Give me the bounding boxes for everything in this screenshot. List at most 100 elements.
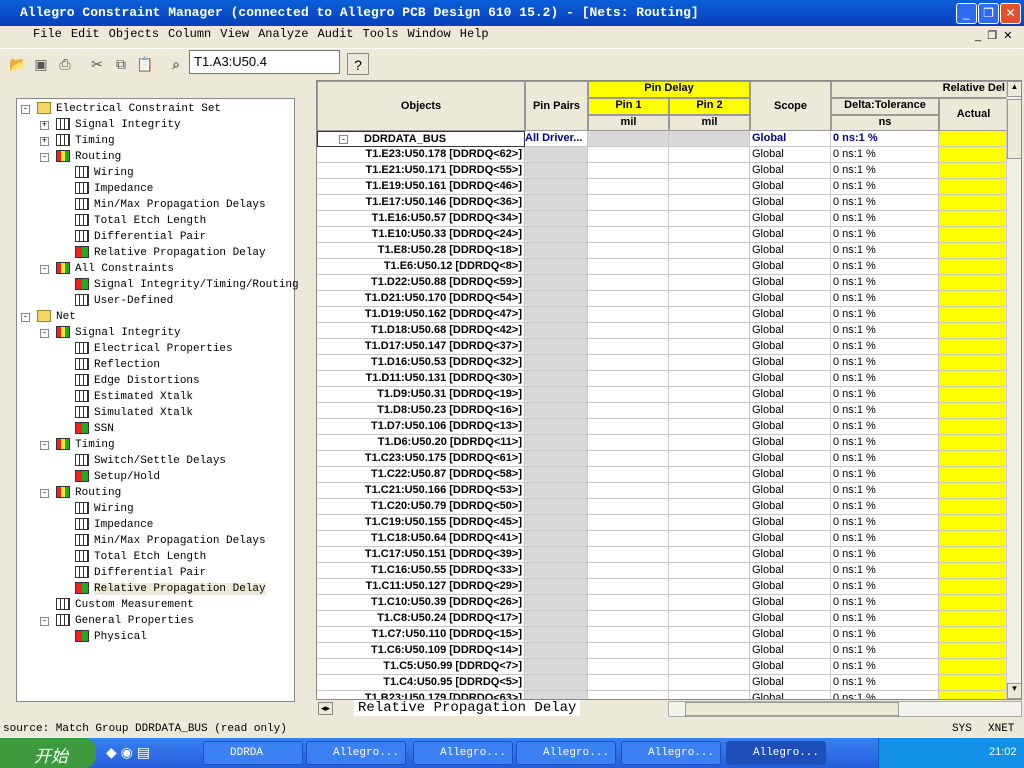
pin1-cell[interactable] (588, 371, 669, 387)
object-cell[interactable]: T1.C4:U50.95 [DDRDQ<5>] (317, 675, 525, 691)
print-icon[interactable]: ⎙ (54, 53, 76, 75)
sheet-tab-relative-propagation-delay[interactable]: Relative Propagation Delay (354, 700, 581, 716)
collapse-icon[interactable]: - (21, 313, 30, 322)
horizontal-scrollbar[interactable] (668, 701, 1022, 717)
object-cell[interactable]: T1.B23:U50.179 [DDRDQ<63>] (317, 691, 525, 699)
menu-analyze[interactable]: Analyze (258, 27, 308, 41)
object-cell[interactable]: T1.D21:U50.170 [DDRDQ<54>] (317, 291, 525, 307)
menu-audit[interactable]: Audit (318, 27, 354, 41)
object-cell[interactable]: T1.C17:U50.151 [DDRDQ<39>] (317, 547, 525, 563)
pin-pairs-cell[interactable] (525, 691, 588, 699)
delta-tolerance-cell[interactable]: 0 ns:1 % (831, 483, 939, 499)
pin1-cell[interactable] (588, 627, 669, 643)
pin2-cell[interactable] (669, 291, 750, 307)
pin2-cell[interactable] (669, 371, 750, 387)
scope-cell[interactable]: Global (750, 323, 831, 339)
tree-item[interactable]: Differential Pair (75, 229, 206, 245)
pin-pairs-cell[interactable] (525, 403, 588, 419)
object-cell[interactable]: T1.D22:U50.88 [DDRDQ<59>] (317, 275, 525, 291)
pin2-cell[interactable] (669, 483, 750, 499)
pin-pairs-cell[interactable] (525, 419, 588, 435)
tree-item[interactable]: Signal Integrity/Timing/Routing (75, 277, 299, 293)
close-button[interactable]: ✕ (1000, 3, 1021, 24)
pin2-cell[interactable] (669, 659, 750, 675)
pin1-cell[interactable] (588, 563, 669, 579)
pin2-cell[interactable] (669, 675, 750, 691)
object-cell[interactable]: T1.D7:U50.106 [DDRDQ<13>] (317, 419, 525, 435)
scope-cell[interactable]: Global (750, 195, 831, 211)
scroll-up-arrow[interactable]: ▲ (1007, 81, 1021, 97)
quick-launch-icons[interactable]: ◆ ◉ ▤ (106, 744, 150, 761)
pin-pairs-cell[interactable] (525, 627, 588, 643)
scope-cell[interactable]: Global (750, 307, 831, 323)
pin2-cell[interactable] (669, 611, 750, 627)
scope-cell[interactable]: Global (750, 611, 831, 627)
object-cell[interactable]: T1.D11:U50.131 [DDRDQ<30>] (317, 371, 525, 387)
pin2-unit-button[interactable]: mil (669, 115, 750, 131)
collapse-icon[interactable]: - (40, 617, 49, 626)
tree-item[interactable]: Relative Propagation Delay (75, 581, 266, 597)
pin-pairs-cell[interactable] (525, 243, 588, 259)
pin2-cell[interactable] (669, 547, 750, 563)
scope-cell[interactable]: Global (750, 243, 831, 259)
scope-cell[interactable]: Global (750, 483, 831, 499)
delta-tolerance-cell[interactable]: 0 ns:1 % (831, 179, 939, 195)
actual-cell[interactable] (939, 435, 1008, 451)
scope-cell[interactable]: Global (750, 451, 831, 467)
menu-tools[interactable]: Tools (363, 27, 399, 41)
taskbar-button[interactable]: DDRDA (203, 741, 303, 765)
delta-tolerance-cell[interactable]: 0 ns:1 % (831, 403, 939, 419)
delta-tolerance-cell[interactable]: 0 ns:1 % (831, 387, 939, 403)
col-actual[interactable]: Actual (939, 98, 1008, 131)
pin2-cell[interactable] (669, 307, 750, 323)
pin2-cell[interactable] (669, 435, 750, 451)
tree-item[interactable]: Reflection (75, 357, 160, 373)
menu-view[interactable]: View (220, 27, 249, 41)
pin1-cell[interactable] (588, 659, 669, 675)
pin2-cell[interactable] (669, 195, 750, 211)
menu-objects[interactable]: Objects (109, 27, 159, 41)
tree-item[interactable]: - General Properties (40, 613, 194, 629)
delta-tolerance-cell[interactable]: 0 ns:1 % (831, 675, 939, 691)
collapse-icon[interactable]: - (40, 329, 49, 338)
delta-tolerance-cell[interactable]: 0 ns:1 % (831, 499, 939, 515)
actual-cell[interactable] (939, 515, 1008, 531)
delta-tolerance-cell[interactable]: 0 ns:1 % (831, 339, 939, 355)
tree-item[interactable]: Custom Measurement (56, 597, 194, 613)
pin2-cell[interactable] (669, 419, 750, 435)
pin-pairs-cell[interactable] (525, 547, 588, 563)
delta-tolerance-cell[interactable]: 0 ns:1 % (831, 643, 939, 659)
actual-cell[interactable] (939, 643, 1008, 659)
pin2-cell[interactable] (669, 163, 750, 179)
pin-pairs-cell[interactable] (525, 275, 588, 291)
pin1-cell[interactable] (588, 579, 669, 595)
pin2-cell[interactable] (669, 275, 750, 291)
tree-item[interactable]: - All Constraints (40, 261, 174, 277)
scope-cell[interactable]: Global (750, 467, 831, 483)
actual-cell[interactable] (939, 243, 1008, 259)
pin-pairs-cell[interactable] (525, 675, 588, 691)
delta-tolerance-cell[interactable]: 0 ns:1 % (831, 195, 939, 211)
col-delta-tolerance[interactable]: Delta:Tolerance (831, 98, 939, 115)
pin1-cell[interactable] (588, 179, 669, 195)
pin2-cell[interactable] (669, 243, 750, 259)
menu-window[interactable]: Window (408, 27, 451, 41)
col-pin-delay[interactable]: Pin Delay (588, 81, 750, 98)
object-cell[interactable]: T1.C21:U50.166 [DDRDQ<53>] (317, 483, 525, 499)
pin-pairs-cell[interactable] (525, 611, 588, 627)
pin1-cell[interactable] (588, 227, 669, 243)
delta-tolerance-cell[interactable]: 0 ns:1 % (831, 595, 939, 611)
scope-cell[interactable]: Global (750, 227, 831, 243)
pin1-cell[interactable] (588, 355, 669, 371)
col-scope[interactable]: Scope (750, 81, 831, 131)
pin-pairs-cell[interactable] (525, 659, 588, 675)
scope-cell[interactable]: Global (750, 291, 831, 307)
object-cell[interactable]: T1.D8:U50.23 [DDRDQ<16>] (317, 403, 525, 419)
actual-cell[interactable] (939, 403, 1008, 419)
copy-icon[interactable]: ⧉ (110, 53, 132, 75)
menu-help[interactable]: Help (460, 27, 489, 41)
save-icon[interactable]: ▣ (30, 53, 52, 75)
group-pin-pairs-cell[interactable]: All Driver... (525, 131, 588, 147)
pin-pairs-cell[interactable] (525, 179, 588, 195)
tree-item[interactable]: Edge Distortions (75, 373, 200, 389)
